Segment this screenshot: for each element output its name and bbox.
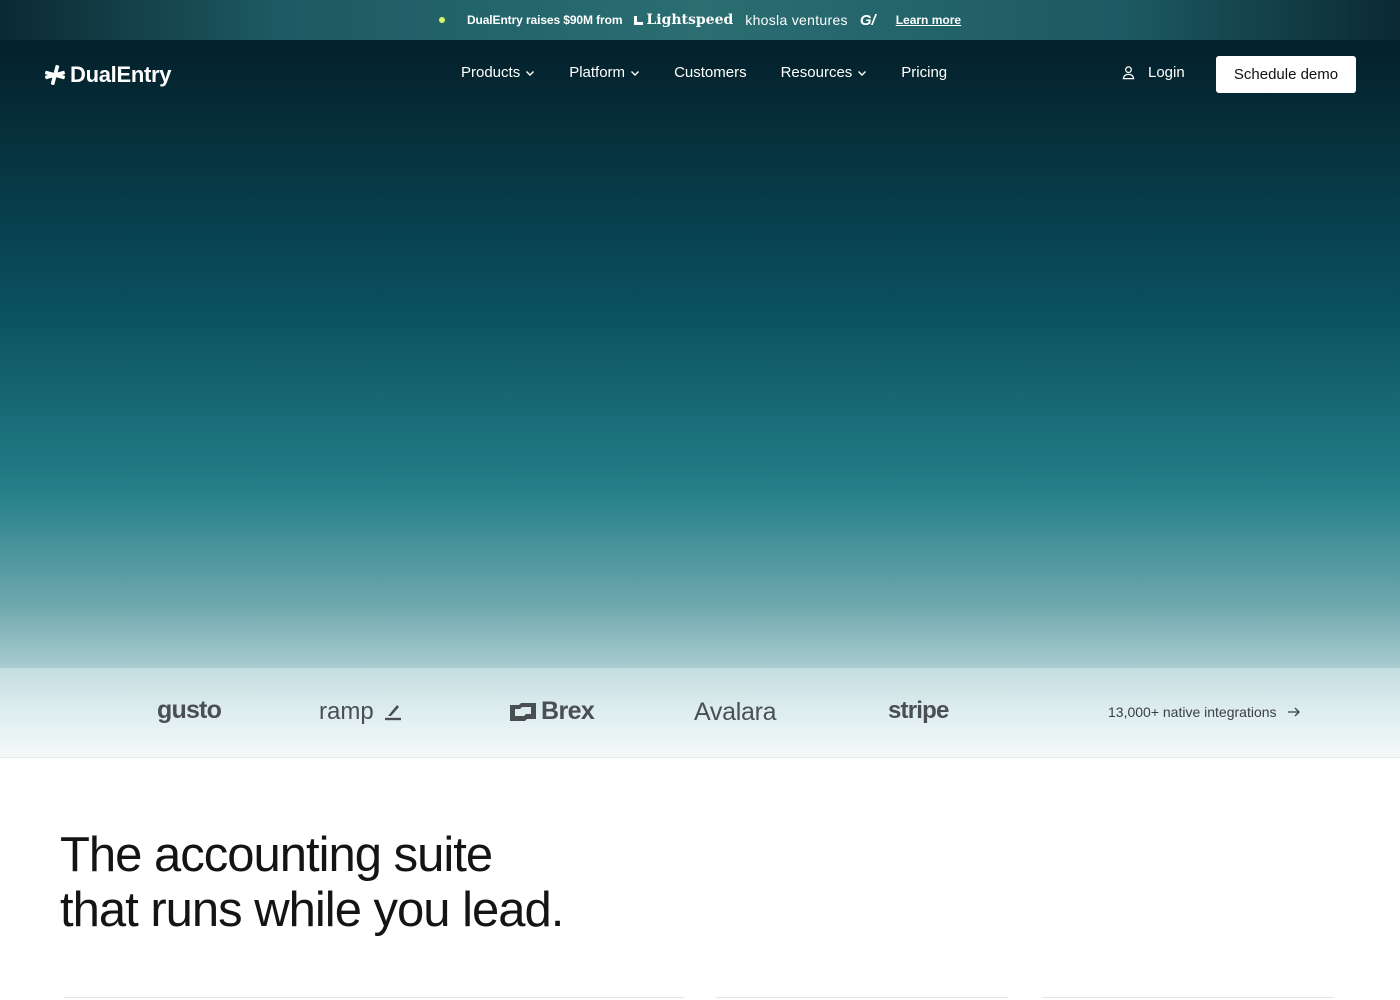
headline-line-2: that runs while you lead. (60, 883, 564, 937)
announcement-text: DualEntry raises $90M from (466, 13, 623, 27)
gusto-logo: gusto (157, 696, 222, 724)
nav-customers-label: Customers (674, 64, 747, 81)
brex-logo: Brex (509, 697, 595, 726)
nav-resources-label: Resources (780, 64, 853, 81)
chevron-down-icon (858, 70, 867, 76)
nav-customers[interactable]: Customers (674, 64, 747, 81)
arrow-right-icon (1287, 707, 1300, 717)
headline-line-1: The accounting suite (60, 828, 493, 882)
chevron-down-icon (526, 70, 535, 76)
lightspeed-logo: Lightspeed (634, 12, 733, 28)
hero-section (0, 40, 1400, 668)
ramp-arrow-icon (384, 705, 401, 721)
integrations-link[interactable]: 13,000+ native integrations (1108, 704, 1301, 720)
announcement-dot (438, 17, 445, 23)
integrations-label: 13,000+ native integrations (1108, 704, 1277, 720)
top-nav: DualEntry Products Platform Customers Re… (0, 40, 1400, 108)
nav-platform[interactable]: Platform (569, 64, 640, 81)
dualentry-logo[interactable]: DualEntry (44, 62, 172, 88)
ramp-logo-text: ramp (319, 698, 374, 725)
schedule-demo-button[interactable]: Schedule demo (1216, 56, 1356, 93)
nav-pricing-label: Pricing (901, 64, 948, 81)
nav-resources[interactable]: Resources (781, 64, 868, 81)
brex-mark-icon (510, 702, 536, 721)
login-link[interactable]: Login (1121, 64, 1185, 81)
nav-products-label: Products (461, 64, 521, 81)
nav-platform-label: Platform (569, 64, 626, 81)
brex-logo-text: Brex (541, 697, 595, 725)
nav-products[interactable]: Products (461, 64, 535, 81)
user-icon (1122, 66, 1135, 80)
avalara-logo: Avalara (694, 698, 777, 726)
chevron-down-icon (631, 70, 640, 76)
login-label: Login (1148, 64, 1185, 81)
main-menu: Products Platform Customers Resources Pr… (461, 64, 947, 81)
ramp-logo: ramp (319, 698, 404, 726)
partner-logos-strip: gusto ramp Brex Avalara stripe 13,000+ n… (0, 668, 1400, 758)
brand-name: DualEntry (70, 62, 172, 87)
asterisk-logo-icon (44, 64, 66, 86)
page-headline: The accounting suite that runs while you… (60, 828, 564, 938)
khosla-ventures-logo: khosla ventures (745, 12, 848, 28)
stripe-logo: stripe (888, 697, 949, 724)
gv-logo: G/ (859, 11, 876, 29)
announcement-bar: DualEntry raises $90M from Lightspeed kh… (0, 0, 1400, 40)
nav-pricing[interactable]: Pricing (901, 64, 947, 81)
learn-more-link[interactable]: Learn more (896, 13, 961, 27)
